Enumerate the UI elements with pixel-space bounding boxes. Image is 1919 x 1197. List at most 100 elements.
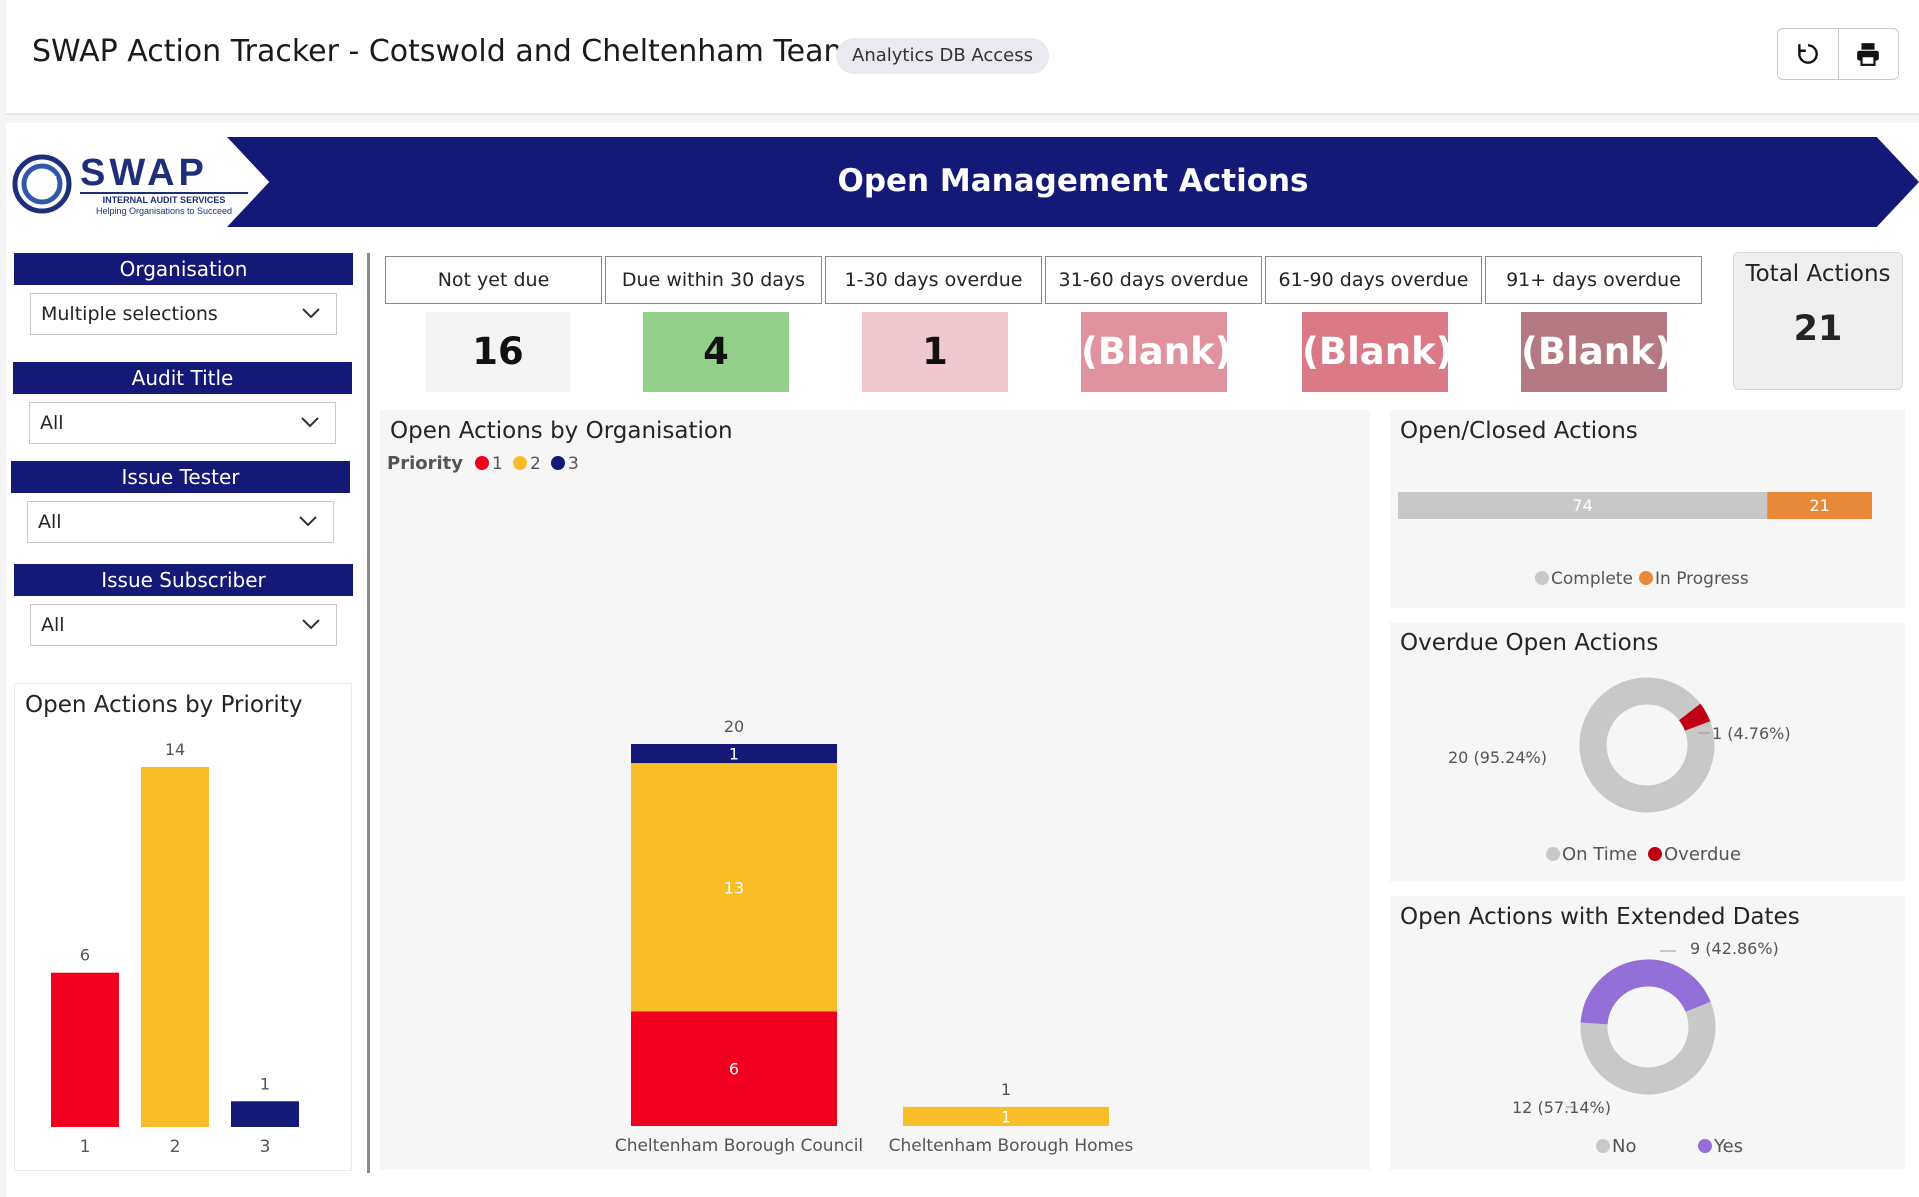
- extended-dates-donut-chart: 12 (57.14%) 9 (42.86%) No Yes: [1512, 939, 1779, 1157]
- data-label: 12 (57.14%): [1512, 1098, 1611, 1117]
- chevron-down-icon: [302, 308, 320, 319]
- open-closed-panel: Open/Closed Actions 74 21 Complete In Progr…: [1390, 410, 1905, 608]
- slicer-title: Issue Subscriber: [14, 564, 353, 596]
- total-actions-value: 21: [1793, 309, 1843, 349]
- swap-logo-mark-icon: [12, 154, 72, 214]
- refresh-button[interactable]: [1778, 29, 1838, 79]
- top-bar: SWAP Action Tracker - Cotswold and Chelt…: [6, 0, 1919, 115]
- donut-slice: [1580, 959, 1711, 1026]
- page-banner: Open Management Actions: [227, 137, 1919, 227]
- data-label: 74: [1572, 496, 1592, 515]
- tick-label: 1: [80, 1137, 91, 1157]
- page-title: Open Management Actions: [837, 163, 1309, 199]
- tick-label: Cheltenham Borough Council: [615, 1136, 863, 1156]
- legend-label: Complete: [1551, 569, 1633, 589]
- kpi-label-1-30-overdue: 1-30 days overdue: [825, 256, 1042, 304]
- kpi-value-31-60-overdue: (Blank): [1081, 312, 1232, 392]
- data-label: 21: [1809, 496, 1829, 515]
- total-label: 1: [1001, 1080, 1011, 1099]
- kpi-value-61-90-overdue: (Blank): [1302, 312, 1453, 392]
- issue-subscriber-dropdown[interactable]: All: [30, 604, 337, 646]
- organisation-dropdown[interactable]: Multiple selections: [30, 293, 337, 335]
- data-label: 1: [260, 1074, 270, 1093]
- kpi-value-due-30: 4: [643, 312, 789, 392]
- issue-tester-dropdown[interactable]: All: [27, 501, 334, 543]
- report-title: SWAP Action Tracker - Cotswold and Chelt…: [32, 34, 853, 69]
- data-label: 1: [1001, 1107, 1011, 1126]
- tick-label: Cheltenham Borough Homes: [889, 1136, 1134, 1156]
- legend-marker: [513, 456, 527, 470]
- bar: [141, 767, 209, 1127]
- priority-bar-chart: 6 1 14 2 1 3: [51, 740, 299, 1157]
- legend-label: Overdue: [1664, 844, 1741, 865]
- swap-logo: SWAP INTERNAL AUDIT SERVICES Helping Org…: [12, 152, 248, 222]
- data-label: 6: [80, 946, 90, 965]
- access-badge[interactable]: Analytics DB Access: [836, 38, 1050, 74]
- kpi-label-not-yet-due: Not yet due: [385, 256, 602, 304]
- audit-title-slicer: Audit Title All: [13, 362, 352, 454]
- issue-subscriber-slicer: Issue Subscriber All: [14, 564, 353, 656]
- data-label: 20 (95.24%): [1448, 748, 1547, 767]
- kpi-value-91-overdue: (Blank): [1521, 312, 1672, 392]
- slicer-title: Organisation: [14, 253, 353, 285]
- data-label: 1 (4.76%): [1712, 724, 1791, 743]
- data-label: 13: [724, 878, 744, 897]
- organisation-slicer: Organisation Multiple selections: [14, 253, 353, 345]
- kpi-label-91-overdue: 91+ days overdue: [1485, 256, 1702, 304]
- print-button[interactable]: [1837, 29, 1899, 79]
- total-actions-label: Total Actions: [1745, 261, 1891, 287]
- organisation-chart-panel: Open Actions by Organisation Priority 1 2 3…: [380, 410, 1370, 1170]
- kpi-label-31-60-overdue: 31-60 days overdue: [1045, 256, 1262, 304]
- donut-slice: [1579, 677, 1715, 813]
- legend-label: 2: [530, 454, 541, 474]
- priority-chart-panel: Open Actions by Priority 6 1 14 2 1 3: [14, 683, 352, 1171]
- legend-label: No: [1612, 1136, 1636, 1157]
- data-label: 9 (42.86%): [1690, 939, 1779, 958]
- donut-slice: [1678, 703, 1711, 732]
- extended-dates-panel: Open Actions with Extended Dates 12 (57.…: [1390, 896, 1905, 1170]
- bar: [51, 972, 119, 1127]
- legend-title: Priority: [387, 453, 463, 474]
- legend-marker: [1546, 847, 1560, 861]
- legend-marker: [475, 456, 489, 470]
- slicer-title: Audit Title: [13, 362, 352, 394]
- bar: [231, 1101, 299, 1127]
- tick-label: 3: [260, 1137, 271, 1157]
- slicer-title: Issue Tester: [11, 461, 350, 493]
- total-actions-card: Total Actions 21: [1733, 252, 1903, 390]
- open-closed-bar-chart: 74 21 Complete In Progress: [1398, 492, 1872, 589]
- chevron-down-icon: [302, 619, 320, 630]
- audit-title-dropdown[interactable]: All: [29, 402, 336, 444]
- overdue-donut-chart: 20 (95.24%) 1 (4.76%) On Time Overdue: [1448, 677, 1791, 865]
- legend-label: 1: [492, 454, 503, 474]
- toolbar-buttons: [1777, 28, 1899, 80]
- data-label: 14: [165, 740, 185, 759]
- legend-marker: [1698, 1139, 1712, 1153]
- data-label: 6: [729, 1060, 739, 1079]
- donut-slice: [1580, 1001, 1716, 1095]
- data-label: 1: [729, 745, 739, 764]
- chevron-down-icon: [301, 417, 319, 428]
- kpi-value-not-yet-due: 16: [425, 312, 571, 392]
- legend-marker: [551, 456, 565, 470]
- issue-tester-slicer: Issue Tester All: [11, 461, 350, 553]
- legend-marker: [1596, 1139, 1610, 1153]
- legend-label: 3: [568, 454, 579, 474]
- legend-marker: [1639, 571, 1653, 585]
- refresh-icon: [1797, 44, 1818, 64]
- kpi-label-due-30: Due within 30 days: [605, 256, 822, 304]
- organisation-stacked-bar-chart: Priority 1 2 3 6 13 1 20 Cheltenham Borough Coun…: [387, 453, 1134, 1156]
- legend-label: In Progress: [1655, 569, 1749, 589]
- overdue-panel: Overdue Open Actions 20 (95.24%) 1 (4.76%…: [1390, 622, 1905, 882]
- legend-marker: [1648, 847, 1662, 861]
- legend-label: On Time: [1562, 844, 1637, 865]
- print-icon: [1857, 43, 1880, 66]
- total-label: 20: [724, 717, 744, 736]
- legend-label: Yes: [1713, 1136, 1743, 1157]
- tick-label: 2: [170, 1137, 181, 1157]
- kpi-label-61-90-overdue: 61-90 days overdue: [1265, 256, 1482, 304]
- legend-marker: [1535, 571, 1549, 585]
- kpi-value-1-30-overdue: 1: [862, 312, 1008, 392]
- section-divider: [367, 253, 370, 1173]
- chevron-down-icon: [299, 516, 317, 527]
